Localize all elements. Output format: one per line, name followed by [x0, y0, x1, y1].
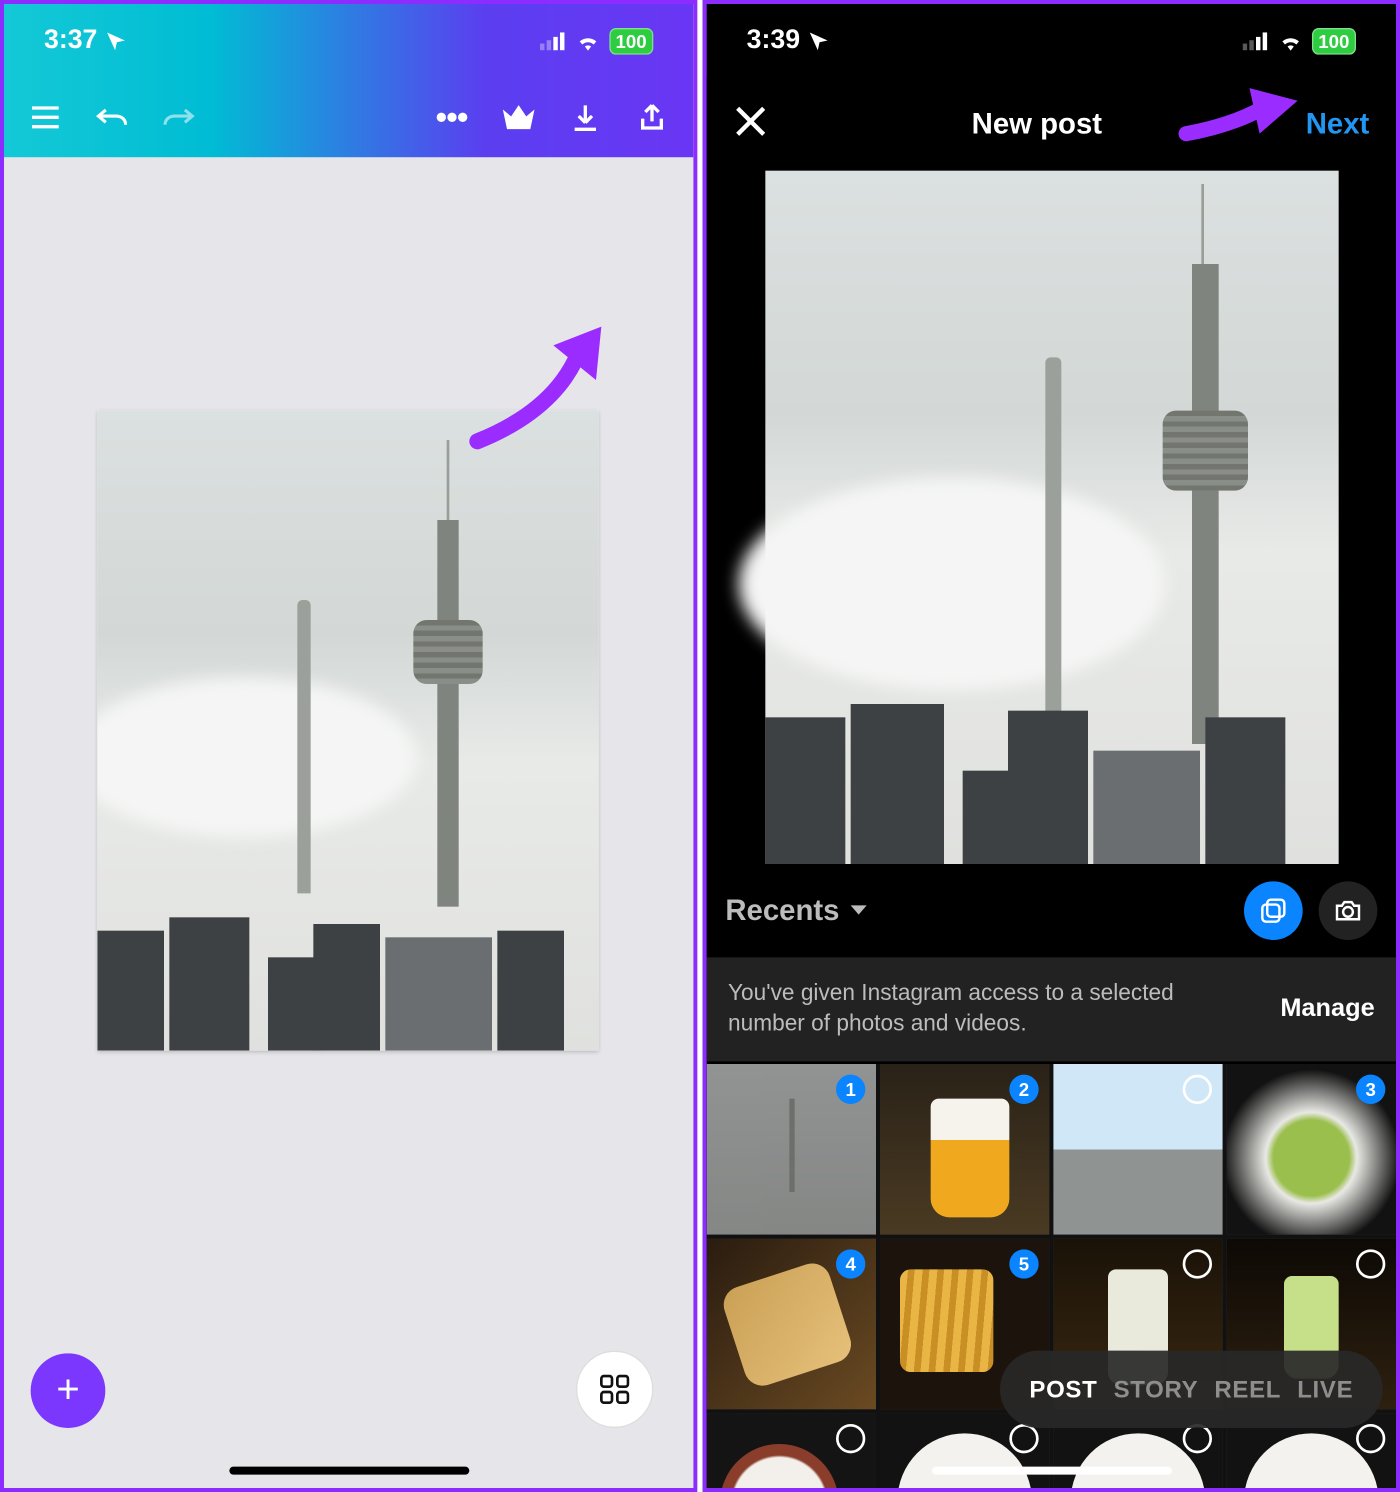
- design-document[interactable]: [97, 411, 598, 1051]
- battery-indicator: 100: [1312, 27, 1356, 54]
- location-icon: [105, 30, 126, 51]
- photo-thumbnail[interactable]: 4: [707, 1239, 876, 1410]
- close-icon: [733, 103, 768, 138]
- instagram-newpost-screen: 3:39 100 New post Next: [703, 0, 1400, 1492]
- mode-reel[interactable]: REEL: [1214, 1375, 1281, 1403]
- plus-icon: +: [56, 1368, 79, 1413]
- album-selector-row: Recents: [707, 864, 1396, 957]
- multi-select-icon: [1259, 896, 1288, 925]
- multi-select-button[interactable]: [1244, 881, 1303, 940]
- album-selector[interactable]: Recents: [725, 893, 868, 928]
- limited-access-banner: You've given Instagram access to a selec…: [707, 957, 1396, 1061]
- photo-thumbnail[interactable]: 2: [880, 1064, 1049, 1235]
- selection-badge: 4: [836, 1249, 865, 1278]
- battery-indicator: 100: [609, 27, 653, 54]
- add-button[interactable]: +: [31, 1353, 106, 1428]
- selection-badge: 3: [1356, 1075, 1385, 1104]
- menu-icon[interactable]: [28, 100, 63, 135]
- tower-spire: [297, 600, 310, 893]
- selection-ring: [1356, 1424, 1385, 1453]
- camera-icon: [1333, 897, 1362, 924]
- close-button[interactable]: [733, 103, 768, 144]
- mode-post[interactable]: POST: [1029, 1375, 1097, 1403]
- photo-thumbnail[interactable]: 1: [707, 1064, 876, 1235]
- selection-badge: 5: [1009, 1249, 1038, 1278]
- selection-ring: [1183, 1075, 1212, 1104]
- selection-ring: [1183, 1249, 1212, 1278]
- post-preview[interactable]: [707, 171, 1396, 864]
- redo-icon: [161, 100, 196, 135]
- home-indicator[interactable]: [229, 1467, 469, 1475]
- annotation-arrow-icon: [1176, 81, 1303, 148]
- access-message: You've given Instagram access to a selec…: [728, 979, 1221, 1040]
- next-button[interactable]: Next: [1306, 107, 1370, 142]
- status-time: 3:37: [44, 25, 97, 56]
- selection-ring: [1183, 1424, 1212, 1453]
- selection-badge: 1: [836, 1075, 865, 1104]
- cellular-icon: [1242, 31, 1269, 50]
- wifi-icon: [574, 31, 601, 50]
- mode-live[interactable]: LIVE: [1297, 1375, 1353, 1403]
- location-icon: [808, 30, 829, 51]
- selection-badge: 2: [1009, 1075, 1038, 1104]
- download-icon[interactable]: [568, 100, 603, 135]
- home-indicator[interactable]: [931, 1467, 1171, 1475]
- selection-ring: [1356, 1249, 1385, 1278]
- kl-tower: [437, 520, 458, 907]
- wifi-icon: [1277, 31, 1304, 50]
- selection-ring: [836, 1424, 865, 1453]
- cellular-icon: [540, 31, 567, 50]
- crown-icon[interactable]: [501, 100, 536, 135]
- undo-icon[interactable]: [95, 100, 130, 135]
- photo-thumbnail[interactable]: [1053, 1064, 1222, 1235]
- editor-canvas[interactable]: +: [4, 157, 693, 1488]
- album-label: Recents: [725, 893, 839, 928]
- grid-icon: [600, 1375, 629, 1404]
- canva-toolbar: [4, 77, 693, 157]
- manage-button[interactable]: Manage: [1280, 992, 1374, 1026]
- more-icon[interactable]: [435, 100, 470, 135]
- annotation-arrow-icon: [457, 324, 617, 457]
- selection-ring: [1009, 1424, 1038, 1453]
- status-bar: 3:39 100: [707, 4, 1396, 77]
- header-title: New post: [972, 107, 1102, 142]
- mode-selector[interactable]: POST STORY REEL LIVE: [1000, 1351, 1383, 1428]
- canva-editor-screen: 3:37 100: [0, 0, 697, 1492]
- camera-button[interactable]: [1319, 881, 1378, 940]
- status-bar: 3:37 100: [4, 4, 693, 77]
- photo-thumbnail[interactable]: [707, 1413, 876, 1492]
- pages-button[interactable]: [576, 1351, 653, 1428]
- mode-story[interactable]: STORY: [1114, 1375, 1199, 1403]
- share-icon[interactable]: [635, 100, 670, 135]
- photo-thumbnail[interactable]: 3: [1227, 1064, 1396, 1235]
- chevron-down-icon: [847, 903, 868, 919]
- status-time: 3:39: [747, 25, 800, 56]
